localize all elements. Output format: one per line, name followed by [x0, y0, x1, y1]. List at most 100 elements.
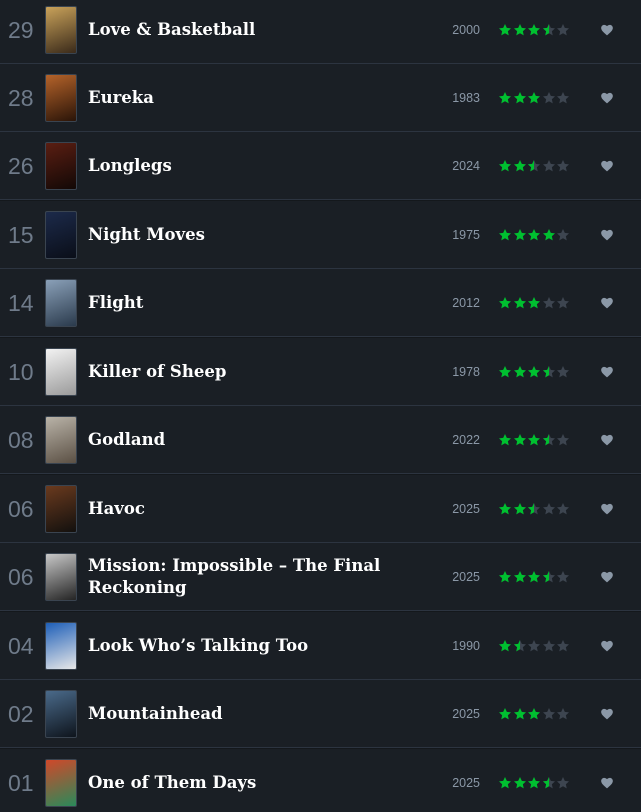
star-half-icon	[542, 571, 555, 583]
entry-day: 28	[8, 84, 34, 111]
like-button[interactable]	[598, 338, 616, 406]
film-title-link[interactable]: Killer of Sheep	[88, 338, 428, 406]
diary-entry-row[interactable]: 15 Night Moves 1975	[0, 201, 641, 269]
star-filled-icon	[513, 92, 526, 104]
diary-entry-row[interactable]: 02 Mountainhead 2025	[0, 680, 641, 748]
poster-thumbnail[interactable]	[45, 553, 77, 601]
poster-thumbnail[interactable]	[45, 6, 77, 54]
heart-icon	[601, 297, 613, 309]
star-filled-icon	[527, 777, 541, 789]
star-rating	[498, 749, 571, 812]
diary-entry-row[interactable]: 06 Mission: Impossible – The Final Reckon…	[0, 543, 641, 611]
star-half-icon	[542, 24, 555, 36]
like-button[interactable]	[598, 475, 616, 543]
release-year: 2025	[452, 776, 480, 790]
poster-thumbnail[interactable]	[45, 416, 77, 464]
film-title-link[interactable]: Mountainhead	[88, 680, 428, 748]
star-filled-icon	[513, 503, 526, 515]
heart-icon	[601, 503, 613, 515]
star-empty-icon	[556, 571, 570, 583]
star-filled-icon	[527, 571, 541, 583]
like-button[interactable]	[598, 269, 616, 337]
star-empty-icon	[542, 640, 555, 652]
entry-day: 26	[8, 152, 34, 179]
film-title-link[interactable]: Love & Basketball	[88, 0, 428, 64]
star-filled-icon	[498, 24, 512, 36]
star-filled-icon	[498, 571, 512, 583]
like-button[interactable]	[598, 132, 616, 200]
like-button[interactable]	[598, 0, 616, 64]
heart-icon	[601, 434, 613, 446]
star-filled-icon	[527, 24, 541, 36]
release-year: 2024	[452, 159, 480, 173]
release-year: 2000	[452, 23, 480, 37]
diary-entry-row[interactable]: 04 Look Who’s Talking Too 1990	[0, 612, 641, 680]
poster-thumbnail[interactable]	[45, 690, 77, 738]
like-button[interactable]	[598, 612, 616, 680]
heart-icon	[601, 708, 613, 720]
diary-entry-row[interactable]: 26 Longlegs 2024	[0, 132, 641, 200]
heart-icon	[601, 366, 613, 378]
poster-thumbnail[interactable]	[45, 759, 77, 807]
release-year: 1978	[452, 365, 480, 379]
diary-entry-row[interactable]: 06 Havoc 2025	[0, 475, 641, 543]
film-title-link[interactable]: Mission: Impossible – The Final Reckonin…	[88, 543, 428, 611]
star-empty-icon	[542, 160, 555, 172]
film-title-link[interactable]: Godland	[88, 406, 428, 474]
poster-thumbnail[interactable]	[45, 142, 77, 190]
poster-thumbnail[interactable]	[45, 74, 77, 122]
poster-thumbnail[interactable]	[45, 622, 77, 670]
diary-entry-row[interactable]: 08 Godland 2022	[0, 406, 641, 474]
diary-entry-row[interactable]: 28 Eureka 1983	[0, 64, 641, 132]
star-filled-icon	[527, 92, 541, 104]
poster-thumbnail[interactable]	[45, 348, 77, 396]
star-filled-icon	[513, 24, 526, 36]
star-empty-icon	[542, 503, 555, 515]
entry-day: 14	[8, 289, 34, 316]
star-empty-icon	[556, 640, 570, 652]
star-empty-icon	[556, 777, 570, 789]
poster-thumbnail[interactable]	[45, 211, 77, 259]
film-title-link[interactable]: Havoc	[88, 475, 428, 543]
like-button[interactable]	[598, 201, 616, 269]
star-empty-icon	[556, 24, 570, 36]
diary-entry-row[interactable]: 01 One of Them Days 2025	[0, 749, 641, 812]
star-rating	[498, 612, 571, 680]
star-filled-icon	[513, 777, 526, 789]
star-half-icon	[513, 640, 526, 652]
star-empty-icon	[556, 708, 570, 720]
star-empty-icon	[556, 503, 570, 515]
poster-thumbnail[interactable]	[45, 485, 77, 533]
film-title-link[interactable]: Night Moves	[88, 201, 428, 269]
like-button[interactable]	[598, 64, 616, 132]
poster-thumbnail[interactable]	[45, 279, 77, 327]
heart-icon	[601, 24, 613, 36]
film-title-link[interactable]: One of Them Days	[88, 749, 428, 812]
diary-entry-row[interactable]: 14 Flight 2012	[0, 269, 641, 337]
entry-day: 01	[8, 769, 34, 796]
star-filled-icon	[498, 297, 512, 309]
film-title-link[interactable]: Look Who’s Talking Too	[88, 612, 428, 680]
release-year: 2012	[452, 296, 480, 310]
star-filled-icon	[513, 160, 526, 172]
like-button[interactable]	[598, 749, 616, 812]
entry-day: 06	[8, 563, 34, 590]
like-button[interactable]	[598, 406, 616, 474]
heart-icon	[601, 160, 613, 172]
entry-day: 06	[8, 495, 34, 522]
film-title-link[interactable]: Longlegs	[88, 132, 428, 200]
star-filled-icon	[527, 297, 541, 309]
star-filled-icon	[527, 229, 541, 241]
diary-list: 29 Love & Basketball 2000 28 Eureka 1983 26 Lon…	[0, 0, 641, 812]
heart-icon	[601, 92, 613, 104]
like-button[interactable]	[598, 543, 616, 611]
entry-day: 02	[8, 700, 34, 727]
diary-entry-row[interactable]: 10 Killer of Sheep 1978	[0, 338, 641, 406]
diary-entry-row[interactable]: 29 Love & Basketball 2000	[0, 0, 641, 64]
release-year: 1975	[452, 228, 480, 242]
star-filled-icon	[527, 708, 541, 720]
like-button[interactable]	[598, 680, 616, 748]
star-half-icon	[527, 503, 541, 515]
film-title-link[interactable]: Flight	[88, 269, 428, 337]
film-title-link[interactable]: Eureka	[88, 64, 428, 132]
